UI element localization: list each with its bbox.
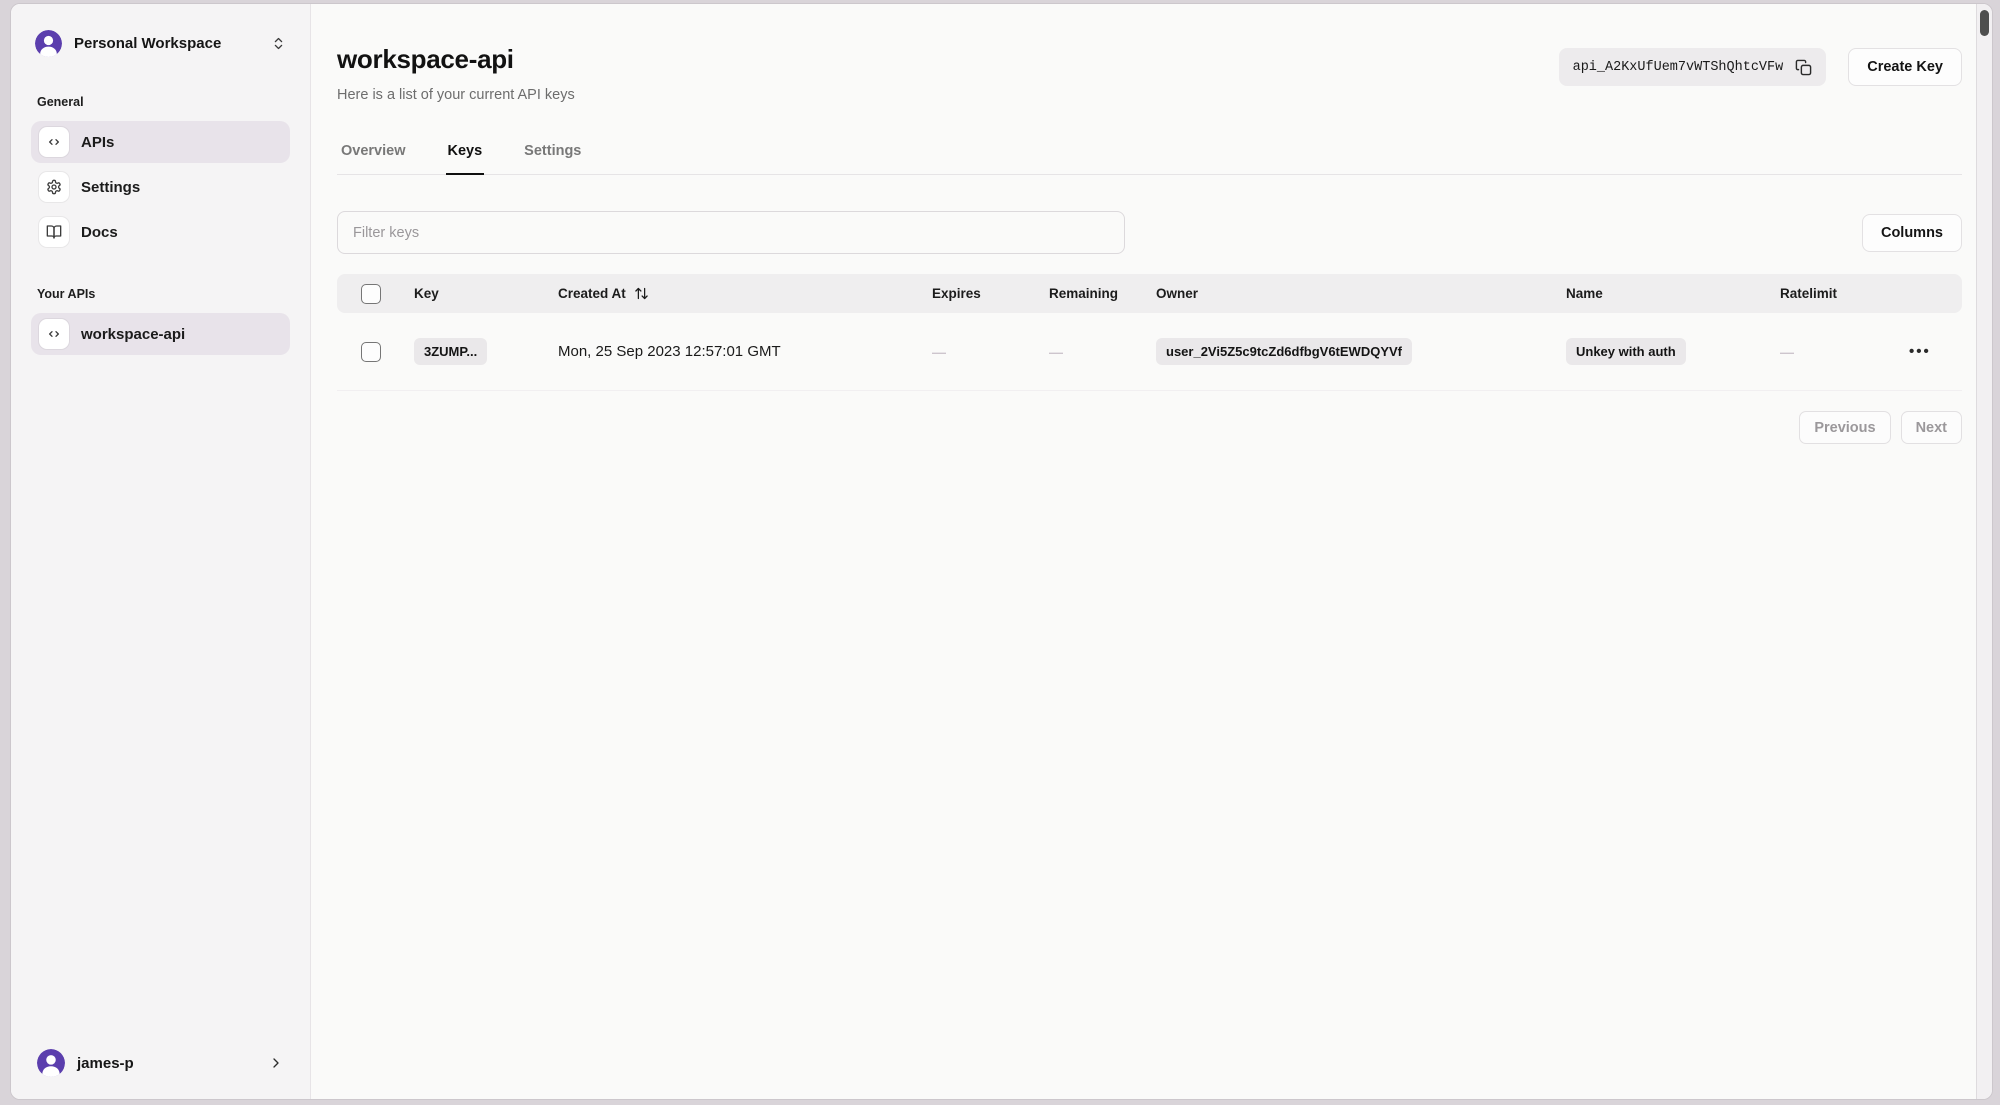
app-window: Personal Workspace General APIs Settings… — [10, 3, 1993, 1100]
next-button[interactable]: Next — [1900, 411, 1962, 444]
tab-overview[interactable]: Overview — [339, 143, 408, 174]
previous-button[interactable]: Previous — [1799, 411, 1891, 444]
table-row[interactable]: 3ZUMP... Mon, 25 Sep 2023 12:57:01 GMT —… — [337, 313, 1962, 391]
title-block: workspace-api Here is a list of your cur… — [337, 44, 575, 103]
user-name: james-p — [77, 1054, 134, 1072]
tab-keys[interactable]: Keys — [445, 143, 485, 175]
cell-expires: — — [932, 343, 946, 360]
page-title: workspace-api — [337, 44, 514, 74]
sidebar-item-label: APIs — [81, 133, 115, 151]
columns-button[interactable]: Columns — [1861, 213, 1962, 252]
page-subtitle: Here is a list of your current API keys — [337, 87, 575, 103]
user-avatar-icon — [37, 1049, 65, 1077]
sidebar-item-label: workspace-api — [81, 325, 186, 343]
cell-name: Unkey with auth — [1566, 338, 1780, 365]
column-header-ratelimit: Ratelimit — [1780, 286, 1838, 301]
code-icon — [39, 127, 69, 157]
workspace-switcher[interactable]: Personal Workspace — [31, 26, 290, 61]
tab-bar: Overview Keys Settings — [337, 143, 1962, 175]
sidebar-item-apis[interactable]: APIs — [31, 121, 290, 163]
vertical-scrollbar[interactable] — [1976, 4, 1992, 1099]
copy-icon[interactable] — [1795, 59, 1812, 76]
page-header: workspace-api Here is a list of your cur… — [337, 44, 1962, 103]
sidebar-item-settings[interactable]: Settings — [31, 166, 290, 208]
cell-owner: user_2Vi5Z5c9tcZd6dfbgV6tEWDQYVf — [1156, 338, 1566, 365]
table-toolbar: Columns — [337, 211, 1962, 254]
column-header-name: Name — [1566, 286, 1603, 301]
name-badge: Unkey with auth — [1566, 338, 1686, 365]
user-menu[interactable]: james-p — [31, 1045, 290, 1081]
pagination: Previous Next — [337, 411, 1962, 444]
cell-actions: ••• — [1909, 343, 1962, 361]
arrow-up-down-icon[interactable] — [634, 286, 649, 301]
sidebar-item-docs[interactable]: Docs — [31, 211, 290, 253]
sidebar-section-general-label: General — [37, 95, 84, 109]
sidebar-item-label: Docs — [81, 223, 118, 241]
sidebar-item-workspace-api[interactable]: workspace-api — [31, 313, 290, 355]
chevron-right-icon — [268, 1055, 284, 1071]
header-checkbox-cell — [337, 283, 414, 304]
gear-icon — [39, 172, 69, 202]
sidebar-item-label: Settings — [81, 178, 141, 196]
cell-key: 3ZUMP... — [414, 338, 558, 365]
column-header-key: Key — [414, 286, 439, 301]
cell-ratelimit: — — [1780, 343, 1794, 360]
ellipsis-icon[interactable]: ••• — [1909, 343, 1931, 360]
api-key-badge[interactable]: api_A2KxUfUem7vWTShQhtcVFw — [1558, 48, 1827, 86]
table-header-row: Key Created At Expires Remaining Owner N… — [337, 274, 1962, 313]
owner-badge: user_2Vi5Z5c9tcZd6dfbgV6tEWDQYVf — [1156, 338, 1412, 365]
header-actions: api_A2KxUfUem7vWTShQhtcVFw Create Key — [1558, 48, 1962, 86]
api-key-value: api_A2KxUfUem7vWTShQhtcVFw — [1572, 59, 1784, 75]
select-all-checkbox[interactable] — [361, 283, 381, 304]
workspace-name: Personal Workspace — [74, 35, 222, 52]
column-header-created-at[interactable]: Created At — [558, 286, 932, 301]
column-header-expires: Expires — [932, 286, 981, 301]
sidebar-section-your-apis-label: Your APIs — [37, 287, 96, 301]
book-icon — [39, 217, 69, 247]
workspace-avatar-icon — [35, 30, 62, 57]
main-content: workspace-api Here is a list of your cur… — [311, 4, 1976, 1099]
cell-remaining: — — [1049, 343, 1063, 360]
row-checkbox[interactable] — [361, 341, 381, 362]
key-badge: 3ZUMP... — [414, 338, 488, 365]
tab-settings[interactable]: Settings — [522, 143, 583, 174]
column-header-owner: Owner — [1156, 286, 1199, 301]
cell-created-at: Mon, 25 Sep 2023 12:57:01 GMT — [558, 343, 781, 360]
create-key-button[interactable]: Create Key — [1848, 48, 1962, 86]
chevrons-up-down-icon — [271, 36, 286, 51]
scrollbar-thumb[interactable] — [1980, 10, 1989, 36]
filter-keys-input[interactable] — [337, 211, 1125, 254]
row-checkbox-cell — [337, 341, 414, 362]
keys-table: Key Created At Expires Remaining Owner N… — [337, 274, 1962, 391]
sidebar: Personal Workspace General APIs Settings… — [11, 4, 311, 1099]
column-header-remaining: Remaining — [1049, 286, 1119, 301]
code-icon — [39, 319, 69, 349]
